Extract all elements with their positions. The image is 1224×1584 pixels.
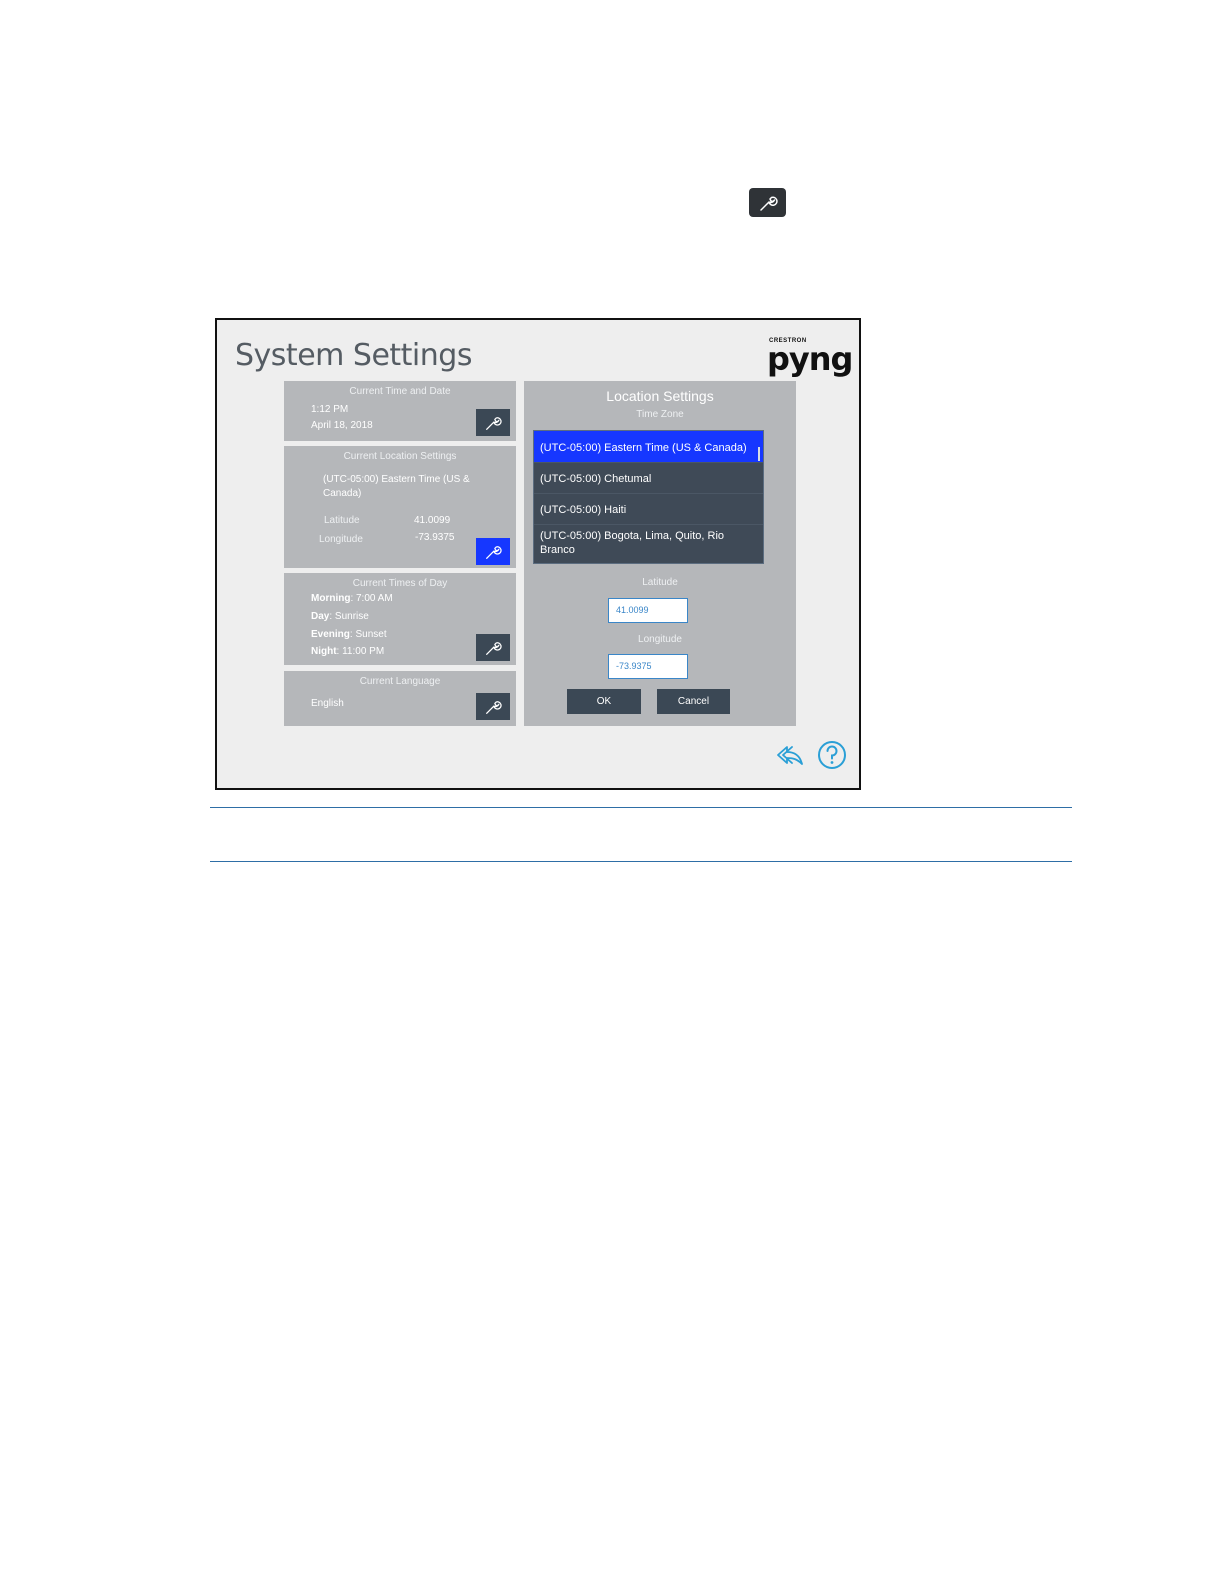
timezone-option[interactable]: (UTC-05:00) Bogota, Lima, Quito, Rio Bra…	[534, 525, 763, 563]
day-time: Day: Sunrise	[311, 611, 369, 622]
timezone-option[interactable]: (UTC-05:00) Haiti	[534, 494, 763, 525]
longitude-label: Longitude	[319, 534, 363, 545]
longitude-value: -73.9375	[415, 532, 455, 543]
location-settings-dialog: Location Settings Time Zone (UTC-05:00) …	[524, 381, 796, 726]
divider-line	[210, 861, 1072, 862]
morning-time: Morning: 7:00 AM	[311, 593, 393, 604]
wrench-icon	[486, 416, 502, 430]
longitude-field-label: Longitude	[638, 634, 682, 645]
system-settings-screen: System Settings CRESTRON pyng Current Ti…	[215, 318, 861, 790]
wrench-icon	[759, 195, 778, 211]
wrench-icon	[486, 545, 502, 559]
longitude-input[interactable]: -73.9375	[608, 654, 688, 679]
timezone-label: Time Zone	[636, 409, 684, 420]
current-time: 1:12 PM	[311, 404, 349, 415]
evening-time: Evening: Sunset	[311, 629, 387, 640]
timezone-list[interactable]: (UTC-05:00) Eastern Time (US & Canada) (…	[533, 430, 764, 564]
timezone-option[interactable]: (UTC-05:00) Eastern Time (US & Canada)	[534, 431, 763, 463]
edit-language-button[interactable]	[476, 693, 510, 720]
help-icon[interactable]	[817, 740, 847, 770]
latitude-input[interactable]: 41.0099	[608, 598, 688, 623]
crestron-pyng-logo: CRESTRON pyng	[767, 338, 853, 378]
wrench-icon	[486, 641, 502, 655]
time-date-title: Current Time and Date	[349, 386, 451, 397]
location-timezone-line2: Canada)	[323, 488, 362, 499]
edit-time-button[interactable]	[476, 409, 510, 436]
wrench-button-reference	[749, 188, 786, 217]
current-language: English	[311, 698, 344, 709]
page-title: System Settings	[235, 338, 472, 373]
night-time: Night: 11:00 PM	[311, 646, 385, 657]
cancel-button[interactable]: Cancel	[657, 689, 730, 714]
location-panel: Current Location Settings (UTC-05:00) Ea…	[284, 446, 516, 568]
latitude-field-label: Latitude	[642, 577, 678, 588]
location-panel-title: Current Location Settings	[343, 451, 457, 462]
language-panel: Current Language English	[284, 671, 516, 726]
current-date: April 18, 2018	[311, 420, 373, 431]
edit-location-button[interactable]	[476, 538, 510, 565]
location-timezone-line1: (UTC-05:00) Eastern Time (US &	[323, 474, 470, 485]
dialog-title: Location Settings	[606, 388, 714, 404]
wrench-icon	[486, 700, 502, 714]
divider-line	[210, 807, 1072, 808]
latitude-label: Latitude	[324, 515, 360, 526]
time-date-panel: Current Time and Date 1:12 PM April 18, …	[284, 381, 516, 441]
timezone-scrollbar[interactable]	[758, 447, 760, 461]
back-arrow-icon[interactable]	[775, 743, 805, 769]
timezone-option[interactable]: (UTC-05:00) Chetumal	[534, 463, 763, 494]
times-of-day-panel: Current Times of Day Morning: 7:00 AM Da…	[284, 573, 516, 665]
ok-button[interactable]: OK	[567, 689, 641, 714]
language-panel-title: Current Language	[359, 676, 441, 687]
latitude-value: 41.0099	[414, 515, 451, 526]
edit-times-button[interactable]	[476, 634, 510, 661]
times-of-day-title: Current Times of Day	[352, 578, 448, 589]
